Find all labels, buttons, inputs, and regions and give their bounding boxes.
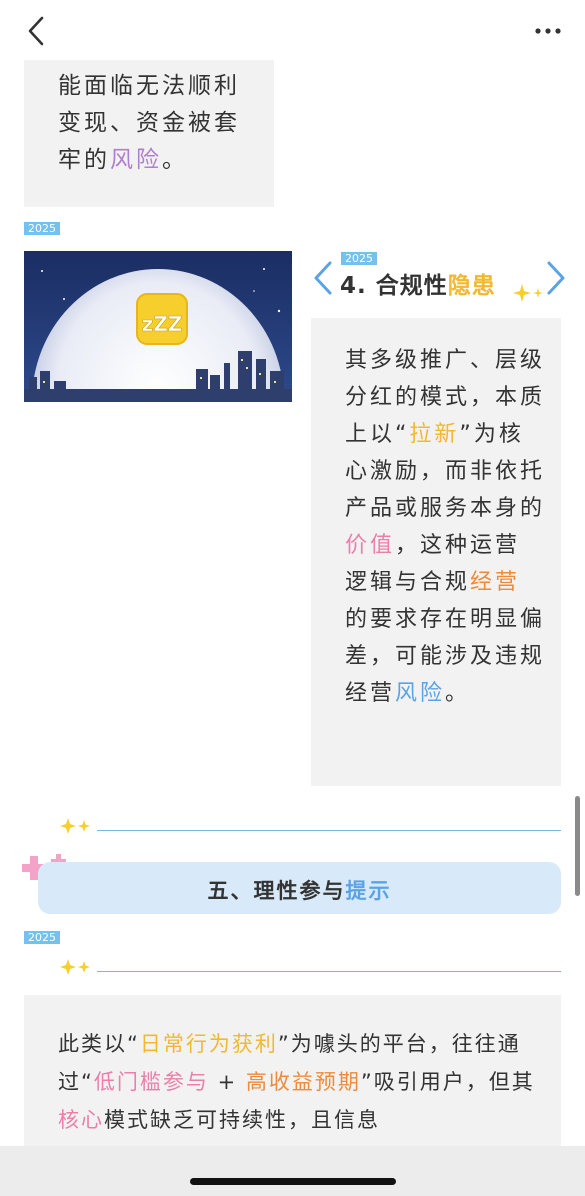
section-5-title: 五、理性参与提示	[207, 879, 392, 903]
divider-line	[97, 971, 561, 972]
body-text: 模式缺乏可持续性，且信息	[104, 1108, 380, 1132]
highlight-text: 风险	[395, 681, 446, 706]
body-text: ”吸引用户，但其	[360, 1070, 535, 1094]
highlight-text: 高收益预期	[245, 1070, 361, 1094]
section-4-title: 4. 合规性隐患	[340, 273, 496, 299]
highlight-text: 价值	[345, 533, 396, 558]
chevron-left-icon[interactable]	[22, 14, 52, 48]
highlight-text: 核心	[58, 1108, 104, 1132]
body-text: 此类以“	[58, 1032, 140, 1056]
highlight-text: 日常行为获利	[139, 1032, 278, 1056]
scrollbar[interactable]	[575, 796, 580, 896]
highlight-risk: 风险	[110, 147, 162, 173]
body-text: +	[208, 1070, 246, 1094]
text-card-risk: 能面临无法顺利变现、资金被套牢的风险。	[24, 60, 274, 207]
sparkle-icon	[60, 818, 90, 834]
section-4-heading: 4. 合规性隐患	[312, 258, 572, 302]
year-badge: 2025	[24, 931, 60, 944]
card-text: 能面临无法顺利变现、资金被套牢的风险。	[58, 73, 240, 173]
sparkle-icon	[513, 284, 543, 302]
divider-line	[97, 830, 561, 831]
highlight-text: 经营	[470, 570, 521, 595]
section-4-body: 其多级推广、层级分红的模式，本质上以“拉新”为核心激励，而非依托产品或服务本身的…	[345, 342, 545, 712]
sparkle-icon	[60, 959, 90, 975]
year-badge: 2025	[24, 222, 60, 235]
top-bar	[0, 0, 585, 60]
home-indicator[interactable]	[190, 1178, 396, 1185]
more-icon[interactable]	[535, 26, 561, 36]
moon-illustration: zZZ	[24, 251, 292, 402]
text-card-compliance: 其多级推广、层级分红的模式，本质上以“拉新”为核心激励，而非依托产品或服务本身的…	[311, 318, 561, 786]
body-text: 。	[445, 681, 471, 706]
highlight-text: 拉新	[409, 422, 460, 447]
section-5-heading: 五、理性参与提示	[38, 862, 561, 914]
highlight-text: 低门槛参与	[93, 1070, 209, 1094]
svg-text:zZZ: zZZ	[142, 312, 183, 336]
chevron-left-icon	[314, 261, 332, 295]
home-indicator-area	[0, 1146, 585, 1196]
section-5-body: 此类以“日常行为获利”为噱头的平台，往往通过“低门槛参与 + 高收益预期”吸引用…	[58, 1025, 538, 1139]
chevron-right-icon	[547, 261, 565, 295]
night-city-illustration: zZZ	[24, 251, 292, 402]
